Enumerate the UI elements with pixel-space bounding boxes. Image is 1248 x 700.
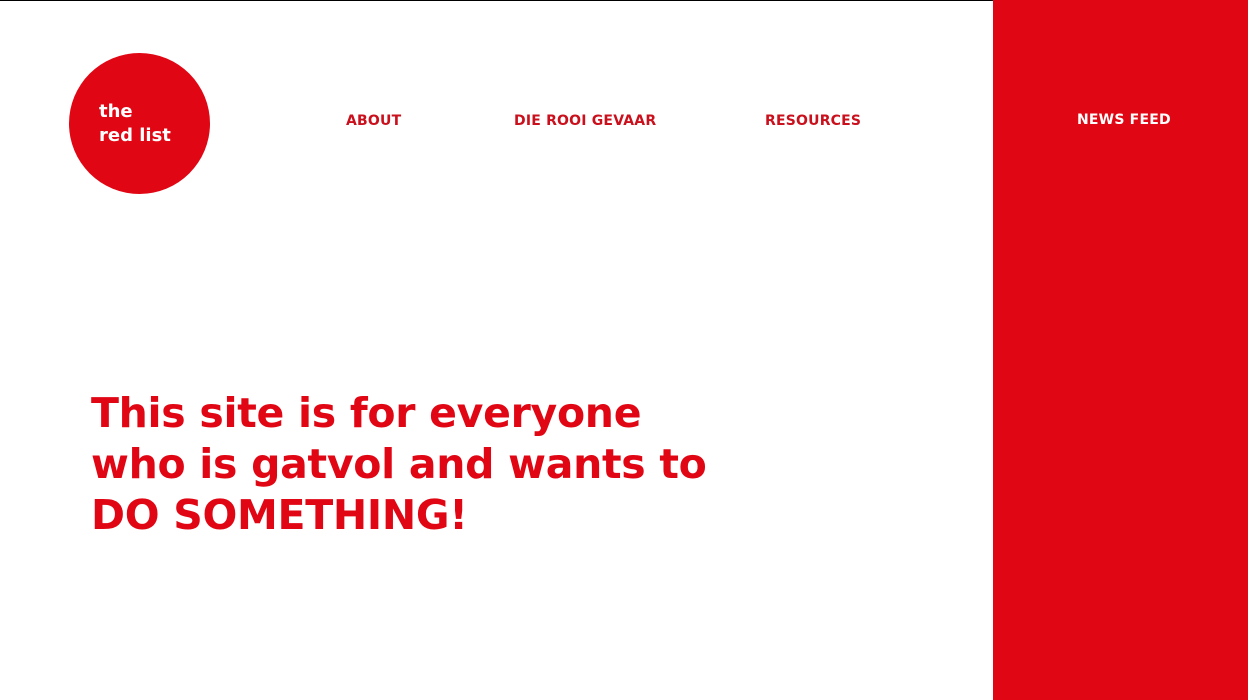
logo-line-2: red list	[99, 125, 171, 146]
hero-line-3: DO SOMETHING!	[91, 491, 468, 539]
nav-link-about[interactable]: ABOUT	[346, 112, 401, 130]
logo-line-1: the	[99, 101, 133, 122]
logo-text: the red list	[99, 100, 171, 148]
news-feed-panel: NEWS FEED	[993, 0, 1248, 700]
hero-line-1: This site is for everyone	[91, 389, 642, 437]
nav-link-news-feed[interactable]: NEWS FEED	[1077, 111, 1171, 129]
hero-line-2: who is gatvol and wants to	[91, 440, 707, 488]
nav-link-die-rooi-gevaar[interactable]: DIE ROOI GEVAAR	[514, 112, 656, 130]
nav-link-resources[interactable]: RESOURCES	[765, 112, 861, 130]
hero-heading: This site is for everyone who is gatvol …	[91, 388, 811, 541]
top-border-line	[0, 0, 993, 1]
logo-home-link[interactable]: the red list	[69, 53, 210, 194]
